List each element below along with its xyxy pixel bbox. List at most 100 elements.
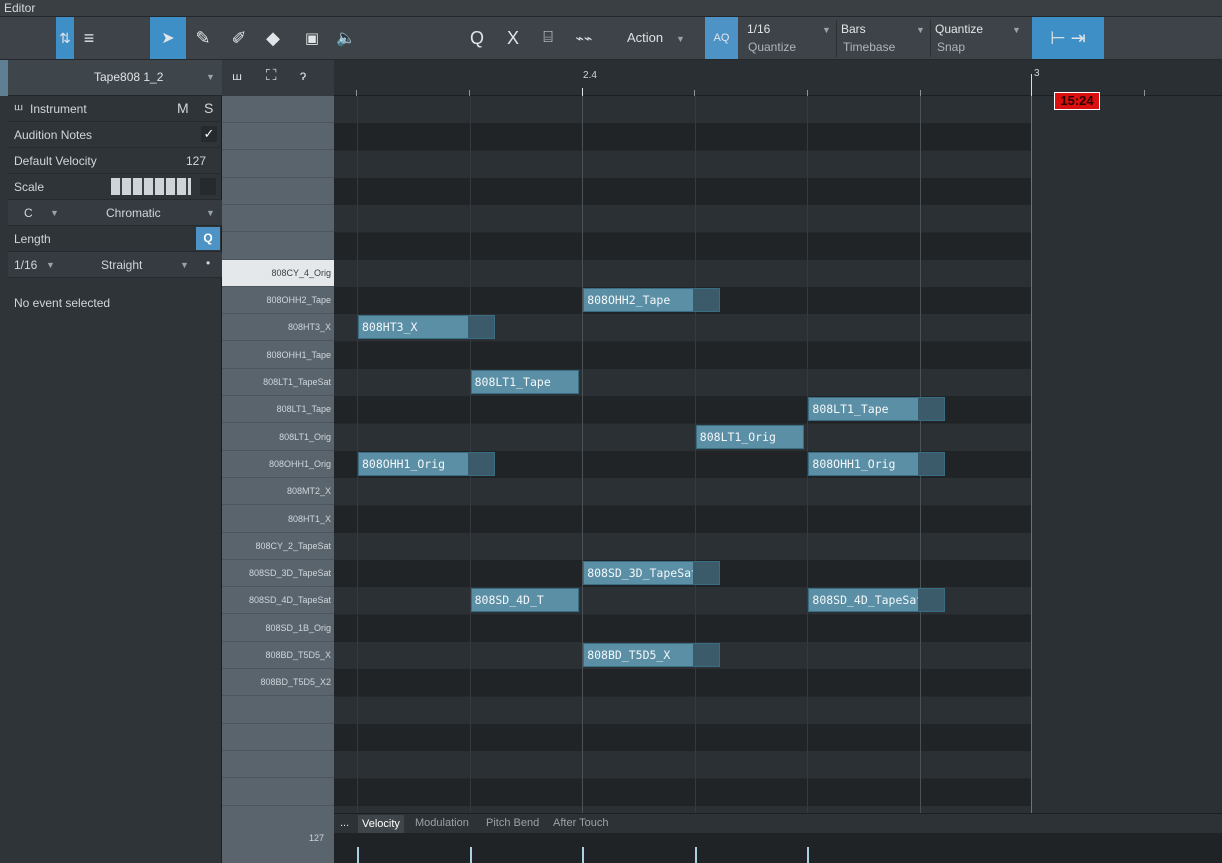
pitch-key[interactable] — [222, 724, 334, 751]
audio-bend-icon[interactable]: ⌸ — [534, 17, 562, 59]
midi-note[interactable]: 808LT1_Orig — [695, 424, 804, 449]
scale-keyboard-icon[interactable] — [111, 178, 191, 195]
velocity-bar[interactable] — [357, 847, 359, 863]
timebase-value[interactable]: Bars — [841, 22, 866, 36]
velocity-bar[interactable] — [469, 847, 472, 863]
controller-more-button[interactable]: ... — [340, 817, 349, 829]
grid-lane[interactable] — [334, 369, 1031, 396]
pitch-key[interactable] — [222, 151, 334, 178]
drum-view-icon[interactable]: ⛶ — [266, 67, 277, 84]
pitch-key[interactable] — [222, 779, 334, 806]
scale-toggle[interactable] — [200, 178, 216, 195]
quantize-value[interactable]: 1/16 — [747, 22, 770, 36]
sort-arrows-icon[interactable]: ⇅ — [56, 17, 74, 59]
grid-lane[interactable] — [334, 478, 1031, 506]
grid-lane[interactable] — [334, 532, 1031, 560]
tab-modulation[interactable]: Modulation — [415, 817, 469, 829]
dot-icon[interactable]: • — [206, 256, 210, 270]
grid-lane[interactable] — [334, 614, 1031, 642]
pitch-key[interactable]: 808CY_2_TapeSat — [222, 533, 334, 560]
track-name[interactable]: Tape808 1_2 — [94, 70, 163, 84]
midi-note[interactable]: 808OHH2_Tape — [583, 288, 721, 313]
pitch-key[interactable]: 808BD_T5D5_X2 — [222, 669, 334, 697]
pitch-key[interactable] — [222, 205, 334, 233]
arrow-tool-icon[interactable]: ➤ — [150, 17, 186, 59]
midi-note[interactable]: 808SD_4D_T — [470, 588, 579, 613]
midi-note[interactable]: 808SD_3D_TapeSat — [583, 561, 721, 586]
pitch-key[interactable] — [222, 233, 334, 260]
pitch-key[interactable]: 808LT1_Tape — [222, 396, 334, 424]
tab-pitch-bend[interactable]: Pitch Bend — [486, 817, 539, 829]
midi-note[interactable]: 808LT1_Tape — [808, 397, 946, 422]
midi-note[interactable]: 808BD_T5D5_X — [583, 643, 721, 667]
scale-value[interactable]: Chromatic — [106, 206, 161, 220]
grid-lane[interactable] — [334, 177, 1031, 205]
range-tool-icon[interactable]: ▣ — [298, 17, 326, 59]
grid-lane[interactable] — [334, 751, 1031, 779]
grid-lane[interactable] — [334, 423, 1031, 451]
grid-lane[interactable] — [334, 669, 1031, 697]
velocity-bar[interactable] — [694, 847, 697, 863]
midi-note[interactable]: 808OHH1_Orig — [358, 451, 495, 476]
grid-lane[interactable] — [334, 505, 1031, 533]
timeline-ruler[interactable]: 2.4 3 — [334, 60, 1222, 96]
key-value[interactable]: C — [24, 206, 33, 220]
pitch-key[interactable]: 808OHH2_Tape — [222, 287, 334, 315]
midi-note[interactable]: 808OHH1_Orig — [808, 451, 946, 476]
grid-lane[interactable] — [334, 805, 1031, 813]
note-grid-overflow[interactable] — [1031, 96, 1222, 813]
pitch-key[interactable]: 808MT2_X — [222, 478, 334, 506]
length-value[interactable]: 1/16 — [14, 258, 37, 272]
grid-lane[interactable] — [334, 341, 1031, 369]
velocity-lane[interactable] — [334, 833, 1222, 863]
midi-note[interactable]: 808SD_4D_TapeSat — [808, 588, 946, 613]
midi-note[interactable]: 808LT1_Tape — [470, 370, 579, 394]
grid-lane[interactable] — [334, 723, 1031, 751]
pitch-key[interactable]: 808OHH1_Tape — [222, 342, 334, 369]
pitch-key[interactable] — [222, 123, 334, 151]
auto-quantize-button[interactable]: AQ — [705, 17, 738, 59]
pitch-key[interactable]: 808LT1_TapeSat — [222, 369, 334, 396]
quantize-button[interactable]: Q — [464, 17, 490, 59]
pitch-key[interactable] — [222, 96, 334, 123]
note-grid[interactable]: 808OHH2_Tape 808HT3_X 808LT1_Tape 808LT1_Ta… — [334, 96, 1031, 813]
pitch-key[interactable]: 808OHH1_Orig — [222, 451, 334, 478]
grid-lane[interactable] — [334, 205, 1031, 233]
midi-note[interactable]: 808HT3_X — [358, 315, 495, 340]
grid-lane[interactable] — [334, 96, 1031, 123]
pitch-key[interactable]: 808SD_4D_TapeSat — [222, 587, 334, 615]
grid-lane[interactable] — [334, 259, 1031, 287]
paint-tool-icon[interactable]: ✐ — [224, 17, 254, 59]
delete-button[interactable]: X — [500, 17, 526, 59]
grid-lane[interactable] — [334, 696, 1031, 724]
pitch-key[interactable]: 808HT1_X — [222, 506, 334, 533]
pitch-key[interactable] — [222, 751, 334, 779]
groove-icon[interactable]: ⌁⌁ — [566, 17, 602, 59]
pitch-key[interactable]: 808SD_1B_Orig — [222, 615, 334, 642]
pitch-key[interactable]: 808LT1_Orig — [222, 424, 334, 451]
snap-value[interactable]: Quantize — [935, 22, 983, 36]
grid-lane[interactable] — [334, 123, 1031, 151]
velocity-value[interactable]: 127 — [186, 154, 206, 168]
grid-lane[interactable] — [334, 232, 1031, 260]
pitch-key[interactable]: 808CY_4_Orig — [222, 259, 334, 287]
mute-button[interactable]: M — [177, 100, 189, 116]
grid-lane[interactable] — [334, 150, 1031, 178]
audition-checkbox[interactable]: ✓ — [201, 126, 217, 142]
pencil-tool-icon[interactable]: ✎ — [188, 17, 218, 59]
action-menu[interactable]: Action — [627, 30, 663, 45]
keyboard-view-icon[interactable]: ꟺ — [232, 70, 242, 83]
pitch-key[interactable]: 808HT3_X — [222, 314, 334, 342]
list-view-icon[interactable]: ≡ — [76, 17, 102, 59]
snap-to-grid-icon[interactable]: ⊢ ⇥ — [1032, 17, 1104, 59]
length-quantize-button[interactable]: Q — [196, 227, 220, 250]
pitch-key[interactable]: 808SD_3D_TapeSat — [222, 560, 334, 588]
grid-lane[interactable] — [334, 778, 1031, 806]
speaker-icon[interactable]: 🔈 — [332, 17, 360, 59]
length-mode[interactable]: Straight — [101, 258, 142, 272]
tab-after-touch[interactable]: After Touch — [553, 817, 608, 829]
velocity-bar[interactable] — [582, 847, 585, 863]
pitch-key[interactable] — [222, 697, 334, 724]
wrench-icon[interactable]: ɂ — [300, 67, 306, 83]
solo-button[interactable]: S — [204, 100, 213, 116]
